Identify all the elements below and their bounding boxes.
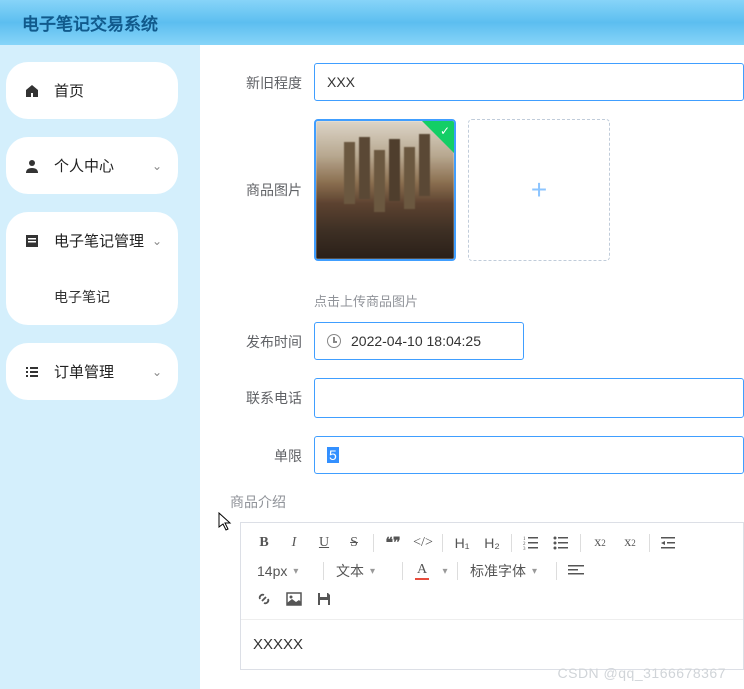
uploaded-image-thumb[interactable]: ✓ [314, 119, 456, 261]
outdent-button[interactable] [654, 529, 684, 557]
condition-label: 新旧程度 [230, 63, 302, 93]
upload-hint: 点击上传商品图片 [314, 291, 744, 310]
notes-icon [22, 233, 42, 249]
image-uploader[interactable]: + [468, 119, 610, 261]
code-button[interactable]: </> [408, 529, 438, 557]
font-color-button[interactable]: A [407, 557, 437, 585]
user-icon [22, 158, 42, 174]
list-icon [22, 364, 42, 380]
clock-icon [327, 334, 341, 348]
sidebar-item-label: 个人中心 [54, 155, 114, 176]
sidebar-item-label: 电子笔记管理 [54, 230, 144, 251]
toolbar-separator [511, 534, 512, 552]
editor-toolbar: B I U S ❝❞ </> H₁ H₂ 123 x2 x2 [241, 523, 743, 620]
image-button[interactable] [279, 585, 309, 613]
sidebar: 首页 个人中心 ⌄ 电子笔记管理 ⌄ 电子笔记 订单管理 ⌄ [0, 62, 184, 418]
chevron-down-icon: ▾ [293, 566, 298, 577]
chevron-down-icon: ▾ [532, 566, 537, 577]
font-size-select[interactable]: 14px ▾ [249, 563, 319, 579]
subscript-button[interactable]: x2 [585, 529, 615, 557]
toolbar-separator [457, 562, 458, 580]
sidebar-item-label: 订单管理 [54, 361, 114, 382]
strikethrough-button[interactable]: S [339, 529, 369, 557]
font-family-select[interactable]: 标准字体 ▾ [462, 561, 552, 581]
align-button[interactable] [561, 557, 591, 585]
toolbar-separator [556, 562, 557, 580]
h1-button[interactable]: H₁ [447, 529, 477, 557]
svg-text:3: 3 [523, 547, 526, 551]
images-label: 商品图片 [230, 180, 302, 200]
superscript-button[interactable]: x2 [615, 529, 645, 557]
italic-button[interactable]: I [279, 529, 309, 557]
sidebar-item-notes[interactable]: 电子笔记管理 ⌄ [6, 212, 178, 269]
home-icon [22, 83, 42, 99]
chevron-down-icon: ▾ [370, 566, 375, 577]
limit-input[interactable]: 5 [314, 436, 744, 474]
toolbar-separator [373, 534, 374, 552]
h2-button[interactable]: H₂ [477, 529, 507, 557]
chevron-down-icon: ⌄ [152, 234, 162, 248]
phone-label: 联系电话 [230, 378, 302, 408]
text-type-select[interactable]: 文本 ▾ [328, 561, 398, 581]
plus-icon: + [531, 174, 547, 206]
editor-content[interactable]: XXXXX [241, 620, 743, 669]
toolbar-separator [649, 534, 650, 552]
sidebar-sub-notes[interactable]: 电子笔记 [6, 269, 178, 325]
phone-input[interactable] [314, 378, 744, 418]
unordered-list-button[interactable] [546, 529, 576, 557]
limit-label: 单限 [230, 436, 302, 466]
condition-input[interactable]: XXX [314, 63, 744, 101]
bold-button[interactable]: B [249, 529, 279, 557]
toolbar-separator [580, 534, 581, 552]
rich-text-editor: B I U S ❝❞ </> H₁ H₂ 123 x2 x2 [240, 522, 744, 670]
link-button[interactable] [249, 585, 279, 613]
chevron-down-icon: ⌄ [152, 159, 162, 173]
toolbar-separator [402, 562, 403, 580]
sidebar-sub-label: 电子笔记 [54, 289, 110, 305]
quote-button[interactable]: ❝❞ [378, 529, 408, 557]
toolbar-separator [442, 534, 443, 552]
sidebar-item-personal[interactable]: 个人中心 ⌄ [6, 137, 178, 194]
sidebar-item-home[interactable]: 首页 [6, 62, 178, 119]
publish-datetime-input[interactable]: 2022-04-10 18:04:25 [314, 322, 524, 360]
sidebar-item-orders[interactable]: 订单管理 ⌄ [6, 343, 178, 400]
underline-button[interactable]: U [309, 529, 339, 557]
app-header: 电子笔记交易系统 [0, 0, 744, 45]
app-title: 电子笔记交易系统 [22, 10, 158, 35]
toolbar-separator [323, 562, 324, 580]
save-button[interactable] [309, 585, 339, 613]
desc-label: 商品介绍 [230, 494, 286, 510]
font-color-dropdown[interactable]: ▾ [437, 557, 453, 585]
datetime-value: 2022-04-10 18:04:25 [351, 333, 481, 349]
check-icon: ✓ [440, 124, 450, 138]
ordered-list-button[interactable]: 123 [516, 529, 546, 557]
publish-label: 发布时间 [230, 322, 302, 352]
chevron-down-icon: ⌄ [152, 365, 162, 379]
main-content: 新旧程度 XXX 商品图片 ✓ + 点击上传商品图片 发布时间 [200, 45, 744, 689]
sidebar-item-label: 首页 [54, 80, 84, 101]
